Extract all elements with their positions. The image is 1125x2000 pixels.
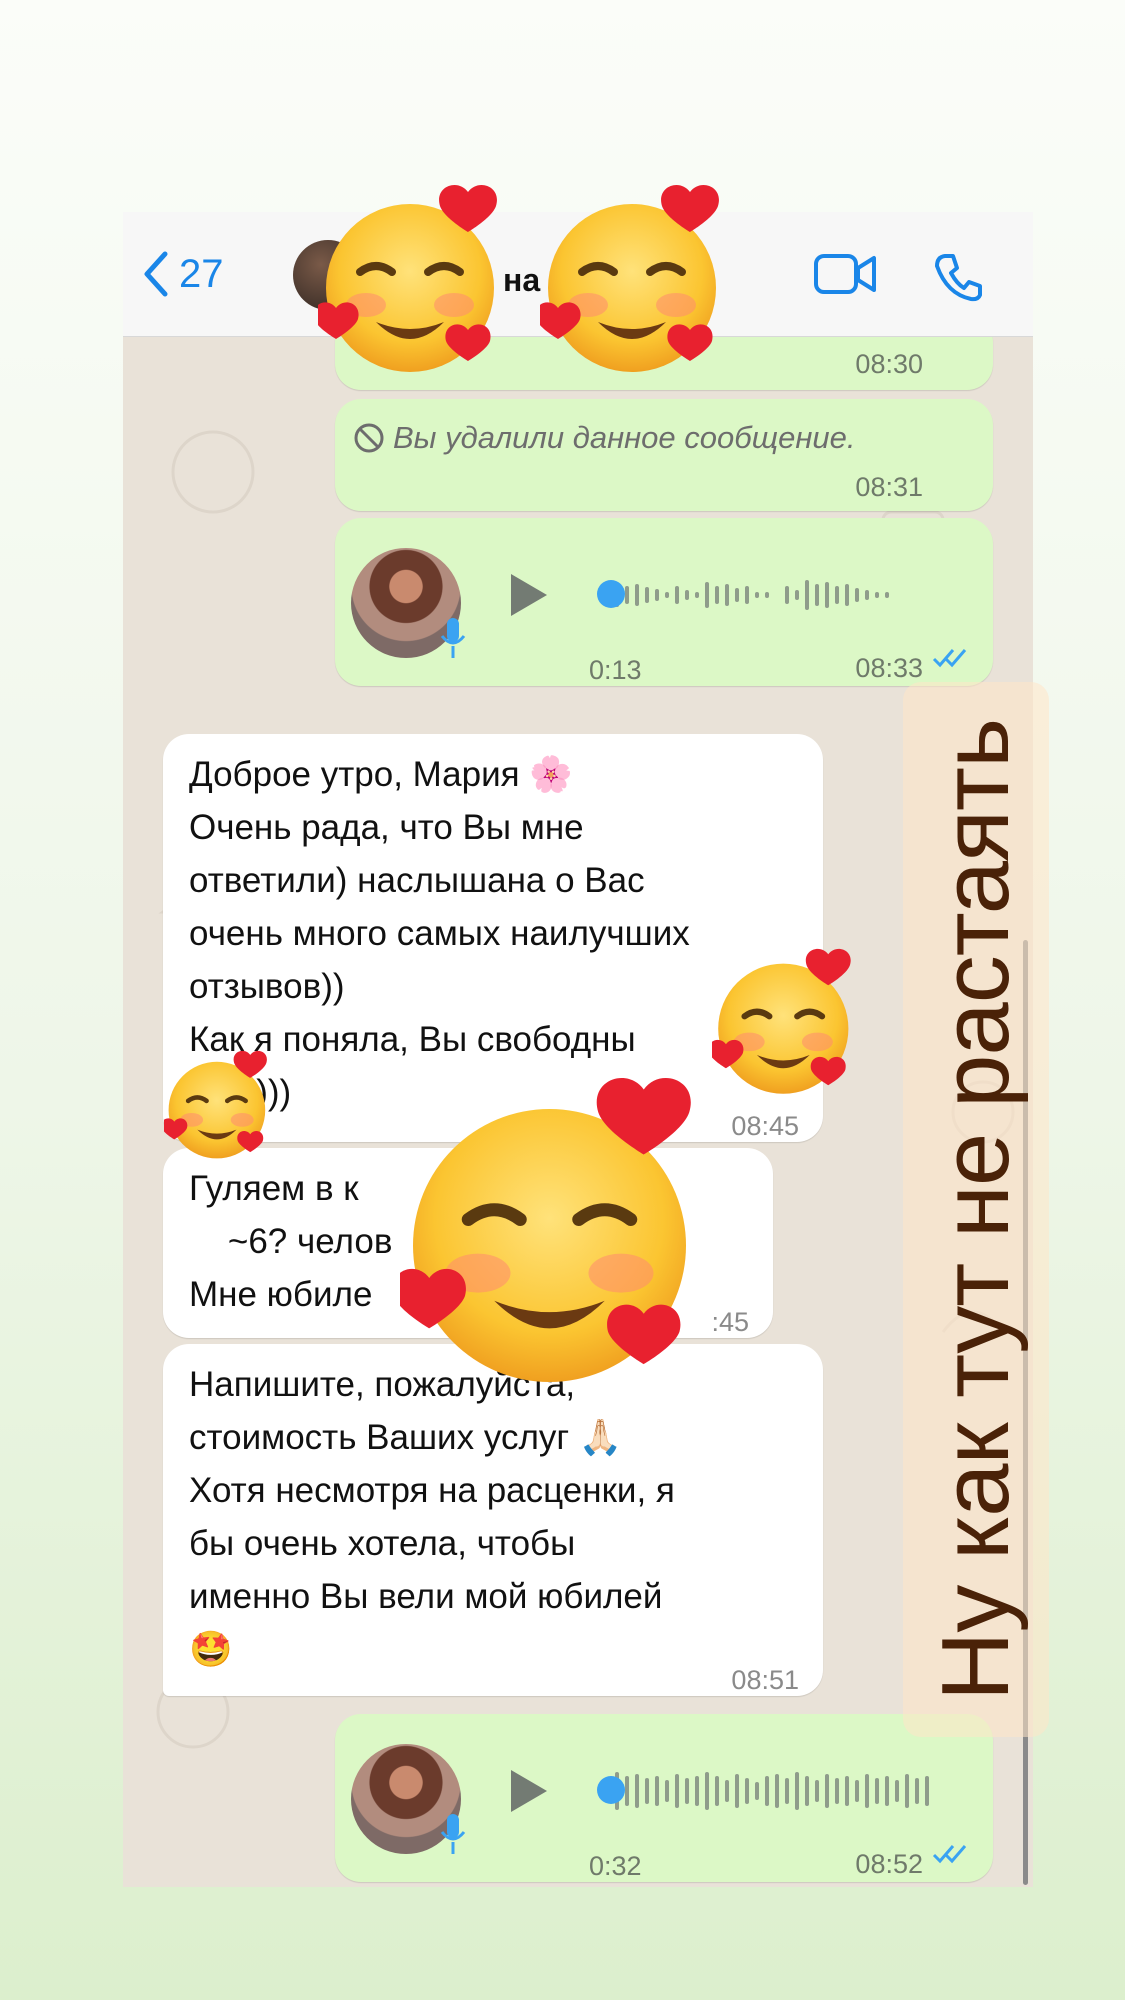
- double-check-icon: [932, 1845, 967, 1864]
- deleted-message-text: Вы удалили данное сообщение.: [393, 420, 856, 455]
- message-deleted[interactable]: Вы удалили данное сообщение. 08:31: [335, 399, 993, 511]
- phone-icon[interactable]: [933, 252, 983, 302]
- voice-message[interactable]: 0:32 08:52: [335, 1714, 993, 1882]
- prohibited-icon: [354, 423, 384, 452]
- message-incoming[interactable]: Напишите, пожалуйста, стоимость Ваших ус…: [163, 1344, 823, 1696]
- voice-duration: 0:32: [589, 1851, 642, 1881]
- voice-message[interactable]: 0:13 08:33: [335, 518, 993, 686]
- waveform[interactable]: [587, 1766, 957, 1816]
- play-button[interactable]: [511, 1770, 547, 1812]
- waveform[interactable]: [587, 570, 957, 620]
- playback-position[interactable]: [597, 1776, 625, 1804]
- smiling-face-with-hearts-icon: [318, 180, 518, 380]
- story-caption: Ну как тут не растаять: [903, 682, 1049, 1737]
- smiling-face-with-hearts-icon: [540, 180, 740, 380]
- microphone-icon: [440, 1814, 466, 1854]
- double-check-icon: [932, 649, 967, 668]
- smiling-face-with-hearts-icon: [400, 1070, 725, 1395]
- unread-count: 27: [179, 251, 224, 296]
- voice-duration: 0:13: [589, 655, 642, 685]
- back-button[interactable]: 27: [141, 250, 224, 298]
- smiling-face-with-hearts-icon: [164, 1048, 279, 1163]
- story-caption-text: Ну как тут не растаять: [922, 718, 1029, 1701]
- playback-position[interactable]: [597, 580, 625, 608]
- microphone-icon: [440, 618, 466, 658]
- chevron-left-icon: [144, 251, 168, 297]
- video-camera-icon[interactable]: [813, 252, 877, 296]
- play-button[interactable]: [511, 574, 547, 616]
- smiling-face-with-hearts-icon: [712, 945, 867, 1100]
